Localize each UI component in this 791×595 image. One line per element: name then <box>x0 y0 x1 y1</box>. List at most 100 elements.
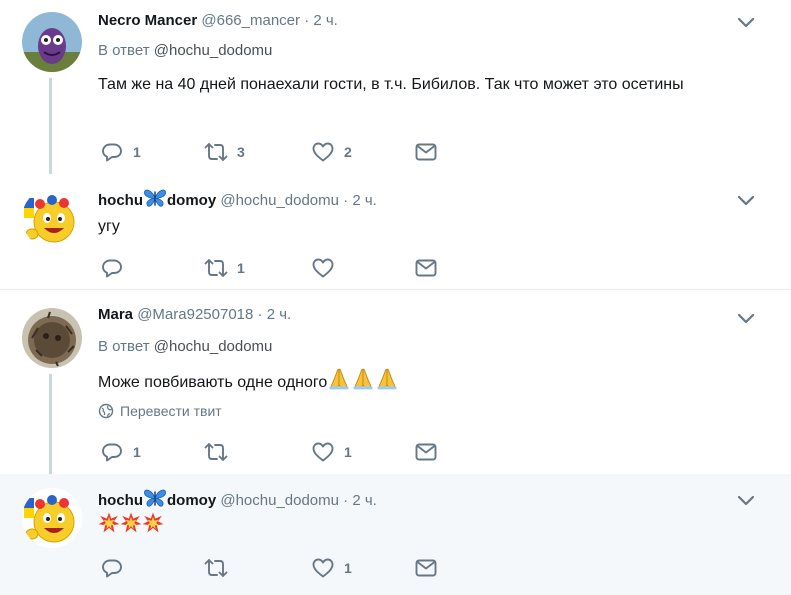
like-button[interactable]: 1 <box>311 556 352 580</box>
chevron-down-icon[interactable] <box>737 313 755 325</box>
author-name[interactable]: Necro Mancer <box>98 12 197 29</box>
author-name-part: hochu <box>98 192 143 209</box>
tweet-header: hochu domoy @hochu_dodomu · 2 ч. <box>98 188 377 209</box>
author-name-part: domoy <box>167 492 217 509</box>
collision-icon <box>142 512 164 534</box>
timestamp[interactable]: 2 ч. <box>313 12 338 29</box>
retweet-count: 1 <box>237 260 245 276</box>
message-icon <box>414 256 438 280</box>
like-count: 1 <box>344 444 352 460</box>
translate-tweet-link[interactable]: Перевести твит <box>98 403 222 419</box>
reply-context: В ответ @hochu_dodomu <box>98 42 272 59</box>
reply-icon <box>100 256 124 280</box>
direct-message-button[interactable] <box>414 556 438 580</box>
like-icon <box>311 440 335 464</box>
collision-icon <box>98 512 120 534</box>
direct-message-button[interactable] <box>414 256 438 280</box>
retweet-icon <box>204 440 228 464</box>
retweet-button[interactable]: 3 <box>204 140 245 164</box>
tweet-text-row: Може повбивають одне одного <box>98 366 718 395</box>
tweet-actions: 1 1 <box>100 440 445 464</box>
author-name[interactable]: Mara <box>98 306 133 323</box>
timestamp[interactable]: 2 ч. <box>352 492 377 509</box>
reply-button[interactable]: 1 <box>100 440 141 464</box>
retweet-button[interactable] <box>204 440 237 464</box>
separator: · <box>257 306 263 323</box>
reply-button[interactable]: 1 <box>100 140 141 164</box>
tweet-text: угу <box>98 218 120 235</box>
butterfly-icon <box>143 488 167 508</box>
tweet-text-row <box>98 512 718 539</box>
author-name-part: domoy <box>167 192 217 209</box>
author-handle[interactable]: @hochu_dodomu <box>220 192 339 209</box>
chevron-down-icon[interactable] <box>737 17 755 29</box>
like-button[interactable]: 1 <box>311 440 352 464</box>
message-icon <box>414 556 438 580</box>
tweet-actions: 1 <box>100 256 445 280</box>
reply-mention-link[interactable]: @hochu_dodomu <box>154 338 273 355</box>
tweet-header: Necro Mancer @666_mancer · 2 ч. <box>98 12 338 29</box>
separator: · <box>343 492 349 509</box>
tweet-actions: 1 3 2 <box>100 140 445 164</box>
tweet-header: Mara @Mara92507018 · 2 ч. <box>98 306 291 323</box>
avatar-image <box>22 488 82 548</box>
tweet[interactable]: Mara @Mara92507018 · 2 ч. В ответ @hochu… <box>0 290 791 474</box>
retweet-icon <box>204 256 228 280</box>
praying-hands-icon <box>351 366 375 390</box>
avatar-image <box>22 308 82 368</box>
direct-message-button[interactable] <box>414 140 438 164</box>
praying-hands-icon <box>375 366 399 390</box>
avatar[interactable] <box>22 308 82 368</box>
avatar[interactable] <box>22 188 82 248</box>
thread-line <box>49 78 52 174</box>
reply-count: 1 <box>133 144 141 160</box>
retweet-button[interactable]: 1 <box>204 256 245 280</box>
chevron-down-icon[interactable] <box>737 495 755 507</box>
chevron-down-icon[interactable] <box>737 195 755 207</box>
author-handle[interactable]: @666_mancer <box>201 12 300 29</box>
avatar-image <box>22 12 82 72</box>
separator: · <box>304 12 310 29</box>
retweet-button[interactable] <box>204 556 237 580</box>
message-icon <box>414 140 438 164</box>
reply-mention-link[interactable]: @hochu_dodomu <box>154 42 273 59</box>
tweet[interactable]: hochu domoy @hochu_dodomu · 2 ч. 1 <box>0 474 791 595</box>
tweet-actions: 1 <box>100 556 445 580</box>
timestamp[interactable]: 2 ч. <box>267 306 292 323</box>
tweet-text: Там же на 40 дней понаехали гости, в т.ч… <box>98 76 684 93</box>
direct-message-button[interactable] <box>414 440 438 464</box>
tweet[interactable]: hochu domoy @hochu_dodomu · 2 ч. угу 1 <box>0 178 791 289</box>
avatar[interactable] <box>22 488 82 548</box>
tweet[interactable]: Necro Mancer @666_mancer · 2 ч. В ответ … <box>0 0 791 178</box>
like-button[interactable]: 2 <box>311 140 352 164</box>
like-count: 2 <box>344 144 352 160</box>
timestamp[interactable]: 2 ч. <box>352 192 377 209</box>
retweet-icon <box>204 556 228 580</box>
reply-icon <box>100 440 124 464</box>
thread-line <box>49 374 52 474</box>
globe-icon <box>98 403 114 419</box>
reply-button[interactable] <box>100 256 133 280</box>
author-name[interactable]: hochu domoy <box>98 192 216 209</box>
author-handle[interactable]: @hochu_dodomu <box>220 492 339 509</box>
like-icon <box>311 256 335 280</box>
tweet-text: Може повбивають одне одного <box>98 374 328 391</box>
reply-button[interactable] <box>100 556 133 580</box>
reply-icon <box>100 556 124 580</box>
tweet-header: hochu domoy @hochu_dodomu · 2 ч. <box>98 488 377 509</box>
collision-icon <box>120 512 142 534</box>
retweet-count: 3 <box>237 144 245 160</box>
reply-prefix: В ответ <box>98 338 150 355</box>
like-button[interactable] <box>311 256 344 280</box>
avatar-image <box>22 188 82 248</box>
reply-icon <box>100 140 124 164</box>
retweet-icon <box>204 140 228 164</box>
author-name[interactable]: hochu domoy <box>98 492 216 509</box>
author-handle[interactable]: @Mara92507018 <box>137 306 253 323</box>
avatar[interactable] <box>22 12 82 72</box>
reply-count: 1 <box>133 444 141 460</box>
like-count: 1 <box>344 560 352 576</box>
translate-label: Перевести твит <box>120 403 222 419</box>
reply-context: В ответ @hochu_dodomu <box>98 338 272 355</box>
reply-prefix: В ответ <box>98 42 150 59</box>
